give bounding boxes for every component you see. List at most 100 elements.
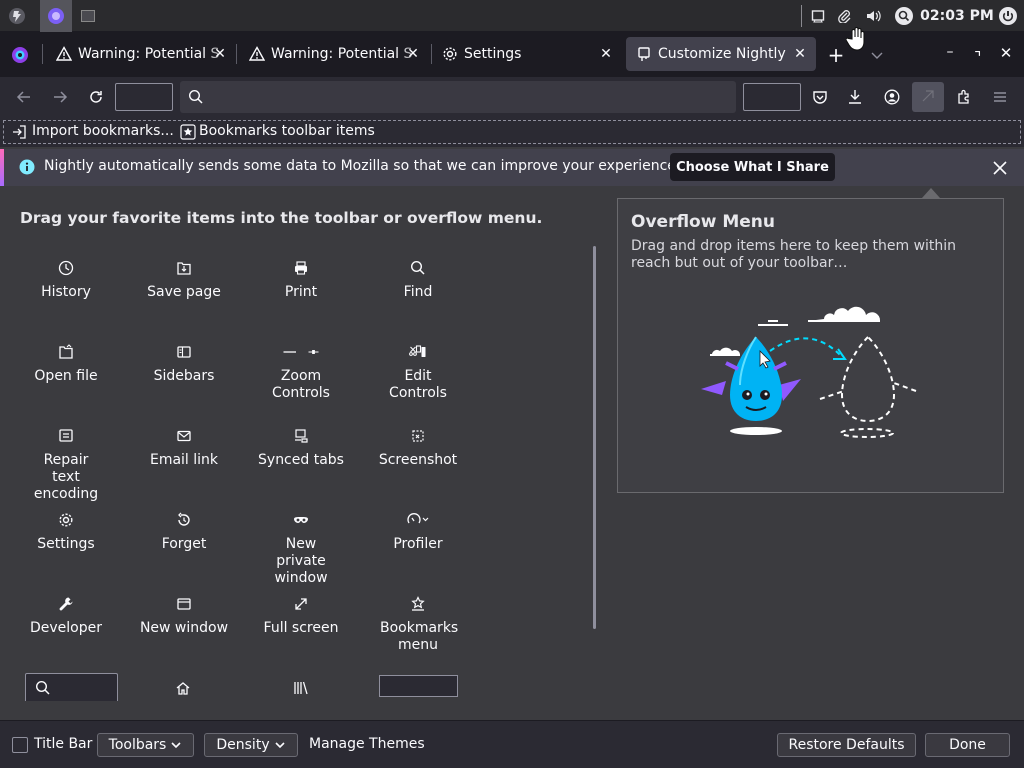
- wrench-icon: [58, 596, 74, 612]
- toolbars-dropdown[interactable]: Toolbars: [97, 733, 194, 757]
- palette-item-bookmarks-menu[interactable]: Bookmarks menu: [363, 596, 473, 654]
- manage-themes-link[interactable]: Manage Themes: [309, 736, 425, 752]
- palette-item-developer[interactable]: Developer: [11, 596, 121, 637]
- palette-item-label: Screenshot: [378, 452, 458, 468]
- forward-icon[interactable]: [48, 85, 72, 109]
- customize-highlight[interactable]: [912, 82, 944, 112]
- notification-accent: [0, 149, 4, 186]
- firefox-view-icon[interactable]: [10, 45, 30, 65]
- palette-item-forget[interactable]: Forget: [129, 512, 239, 553]
- palette-item-new-window[interactable]: New window: [129, 596, 239, 637]
- close-icon[interactable]: ✕: [212, 46, 228, 62]
- restore-icon[interactable]: [970, 45, 986, 63]
- taskbar-firefox-icon[interactable]: [40, 0, 72, 32]
- close-icon[interactable]: ✕: [598, 46, 614, 62]
- palette-item-label: Bookmarks menu: [380, 620, 459, 653]
- profiler-icon: [396, 512, 440, 528]
- palette-item-label: Forget: [161, 536, 207, 552]
- hamburger-menu-icon[interactable]: [988, 85, 1012, 109]
- palette-item-profiler[interactable]: Profiler: [363, 512, 473, 553]
- palette-item-label: Settings: [37, 536, 95, 552]
- palette-scrollbar[interactable]: [593, 246, 596, 629]
- restore-defaults-button[interactable]: Restore Defaults: [777, 733, 916, 757]
- palette-item-full-screen[interactable]: Full screen: [246, 596, 356, 637]
- palette-item-label: Profiler: [393, 536, 443, 552]
- overflow-illustration: [698, 299, 928, 444]
- chevron-down-icon[interactable]: [868, 46, 886, 64]
- tab-warning-2[interactable]: Warning: Potential S ✕: [239, 37, 429, 71]
- close-icon[interactable]: ✕: [792, 46, 808, 62]
- hand-cursor-icon: [846, 26, 870, 52]
- home-icon[interactable]: [175, 680, 191, 696]
- palette-item-email-link[interactable]: Email link: [129, 428, 239, 469]
- title-bar-checkbox[interactable]: [12, 737, 28, 753]
- bookmarks-toolbar-items[interactable]: Bookmarks toolbar items: [199, 123, 375, 139]
- palette-item-edit-controls[interactable]: Edit Controls: [363, 344, 473, 402]
- new-tab-icon[interactable]: +: [826, 43, 846, 67]
- palette-item-sidebars[interactable]: Sidebars: [129, 344, 239, 385]
- palette-item-label: New private window: [274, 536, 328, 586]
- chevron-down-icon: [171, 742, 181, 749]
- choose-what-i-share-button[interactable]: Choose What I Share: [670, 153, 835, 181]
- density-dropdown[interactable]: Density: [204, 733, 298, 757]
- taskbar-divider: [801, 5, 802, 27]
- reload-icon[interactable]: [84, 85, 108, 109]
- close-icon[interactable]: [990, 158, 1010, 178]
- flexible-space-item[interactable]: [379, 675, 458, 697]
- zoom-icon: [281, 344, 321, 360]
- back-icon[interactable]: [12, 85, 36, 109]
- palette-item-new-private-window[interactable]: New private window: [246, 512, 356, 587]
- tab-settings[interactable]: Settings ✕: [432, 37, 622, 71]
- palette-item-open-file[interactable]: Open file: [11, 344, 121, 385]
- notifications-icon[interactable]: [808, 0, 828, 32]
- close-icon[interactable]: ✕: [405, 46, 421, 62]
- palette-item-settings[interactable]: Settings: [11, 512, 121, 553]
- palette-item-save-page[interactable]: Save page: [129, 260, 239, 301]
- pocket-icon[interactable]: [808, 85, 832, 109]
- toolbar-spring-placeholder-2[interactable]: [743, 83, 801, 111]
- url-bar[interactable]: [180, 81, 736, 113]
- chevron-down-icon: [275, 742, 285, 749]
- library-icon[interactable]: [293, 680, 309, 696]
- palette-item-print[interactable]: Print: [246, 260, 356, 301]
- title-bar-label[interactable]: Title Bar: [34, 736, 92, 752]
- palette-item-history[interactable]: History: [11, 260, 121, 301]
- sidebar-icon: [176, 344, 192, 360]
- import-bookmarks-link[interactable]: Import bookmarks...: [32, 123, 174, 139]
- overflow-menu-panel[interactable]: Overflow Menu Drag and drop items here t…: [617, 198, 1004, 493]
- info-icon: [19, 159, 35, 175]
- fullscreen-icon: [293, 596, 309, 612]
- palette-item-label: Edit Controls: [389, 368, 447, 401]
- puzzle-icon: [636, 46, 652, 62]
- bookmarks-toolbar: Import bookmarks... Bookmarks toolbar it…: [0, 117, 1024, 147]
- palette-item-find[interactable]: Find: [363, 260, 473, 301]
- tab-customize-nightly[interactable]: Customize Nightly ✕: [626, 37, 816, 71]
- power-icon[interactable]: [996, 0, 1020, 32]
- palette-item-label: Repair text encoding: [33, 452, 99, 502]
- warning-icon: [56, 46, 72, 62]
- downloads-icon[interactable]: [843, 85, 867, 109]
- palette-item-label: Sidebars: [153, 368, 215, 384]
- palette-item-zoom-controls[interactable]: Zoom Controls: [246, 344, 356, 402]
- tab-warning-1[interactable]: Warning: Potential S ✕: [46, 37, 236, 71]
- clock[interactable]: 02:03 PM: [920, 0, 994, 32]
- palette-item-synced-tabs[interactable]: Synced tabs: [246, 428, 356, 469]
- account-icon[interactable]: [880, 85, 904, 109]
- palette-item-label: Zoom Controls: [272, 368, 330, 401]
- app-launcher-icon[interactable]: [4, 0, 30, 32]
- palette-item-repair-text-encoding[interactable]: Repair text encoding: [11, 428, 121, 503]
- bookmarks-menu-icon: [410, 596, 426, 612]
- close-window-icon[interactable]: ✕: [998, 44, 1014, 64]
- palette-item-screenshot[interactable]: Screenshot: [363, 428, 473, 469]
- taskbar-terminal-icon[interactable]: [78, 0, 98, 32]
- save-icon: [176, 260, 192, 276]
- extensions-icon[interactable]: [952, 85, 976, 109]
- palette-item-label: Find: [403, 284, 433, 300]
- search-field-item[interactable]: [25, 673, 118, 701]
- toolbar-spring-placeholder[interactable]: [115, 83, 173, 111]
- minimize-icon[interactable]: –: [942, 44, 958, 64]
- done-button[interactable]: Done: [925, 733, 1010, 757]
- screenshot-icon: [410, 428, 426, 444]
- search-icon[interactable]: [893, 0, 915, 32]
- system-taskbar: 02:03 PM: [0, 0, 1024, 32]
